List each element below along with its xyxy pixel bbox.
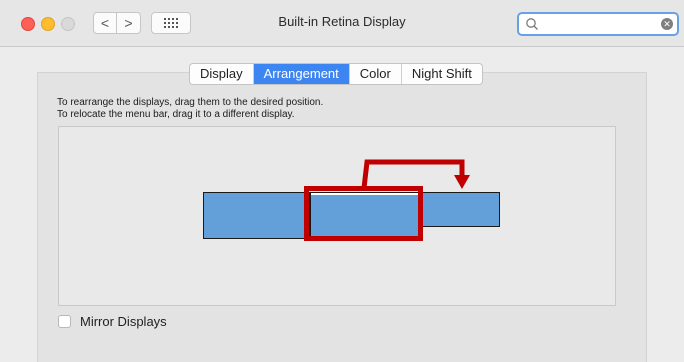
instruction-relocate-menu-bar: To relocate the menu bar, drag it to a d… (57, 109, 295, 120)
clear-search-icon[interactable]: ✕ (661, 18, 673, 30)
search-field[interactable]: ✕ (517, 12, 679, 36)
display-right[interactable] (419, 192, 500, 227)
mirror-displays-option[interactable]: Mirror Displays (58, 314, 167, 329)
display-main[interactable] (310, 192, 420, 238)
tab-color[interactable]: Color (350, 64, 402, 84)
tab-arrangement[interactable]: Arrangement (253, 64, 350, 84)
tab-bar: Display Arrangement Color Night Shift (189, 63, 483, 85)
tab-display[interactable]: Display (190, 64, 254, 84)
mirror-displays-label: Mirror Displays (80, 314, 167, 329)
instruction-rearrange: To rearrange the displays, drag them to … (57, 97, 324, 108)
title-bar: < > Built-in Retina Display ✕ (0, 0, 684, 47)
mirror-displays-checkbox[interactable] (58, 315, 71, 328)
display-left[interactable] (203, 192, 310, 239)
tab-night-shift[interactable]: Night Shift (402, 64, 482, 84)
search-icon (526, 18, 538, 30)
menu-bar-handle[interactable] (311, 193, 419, 195)
